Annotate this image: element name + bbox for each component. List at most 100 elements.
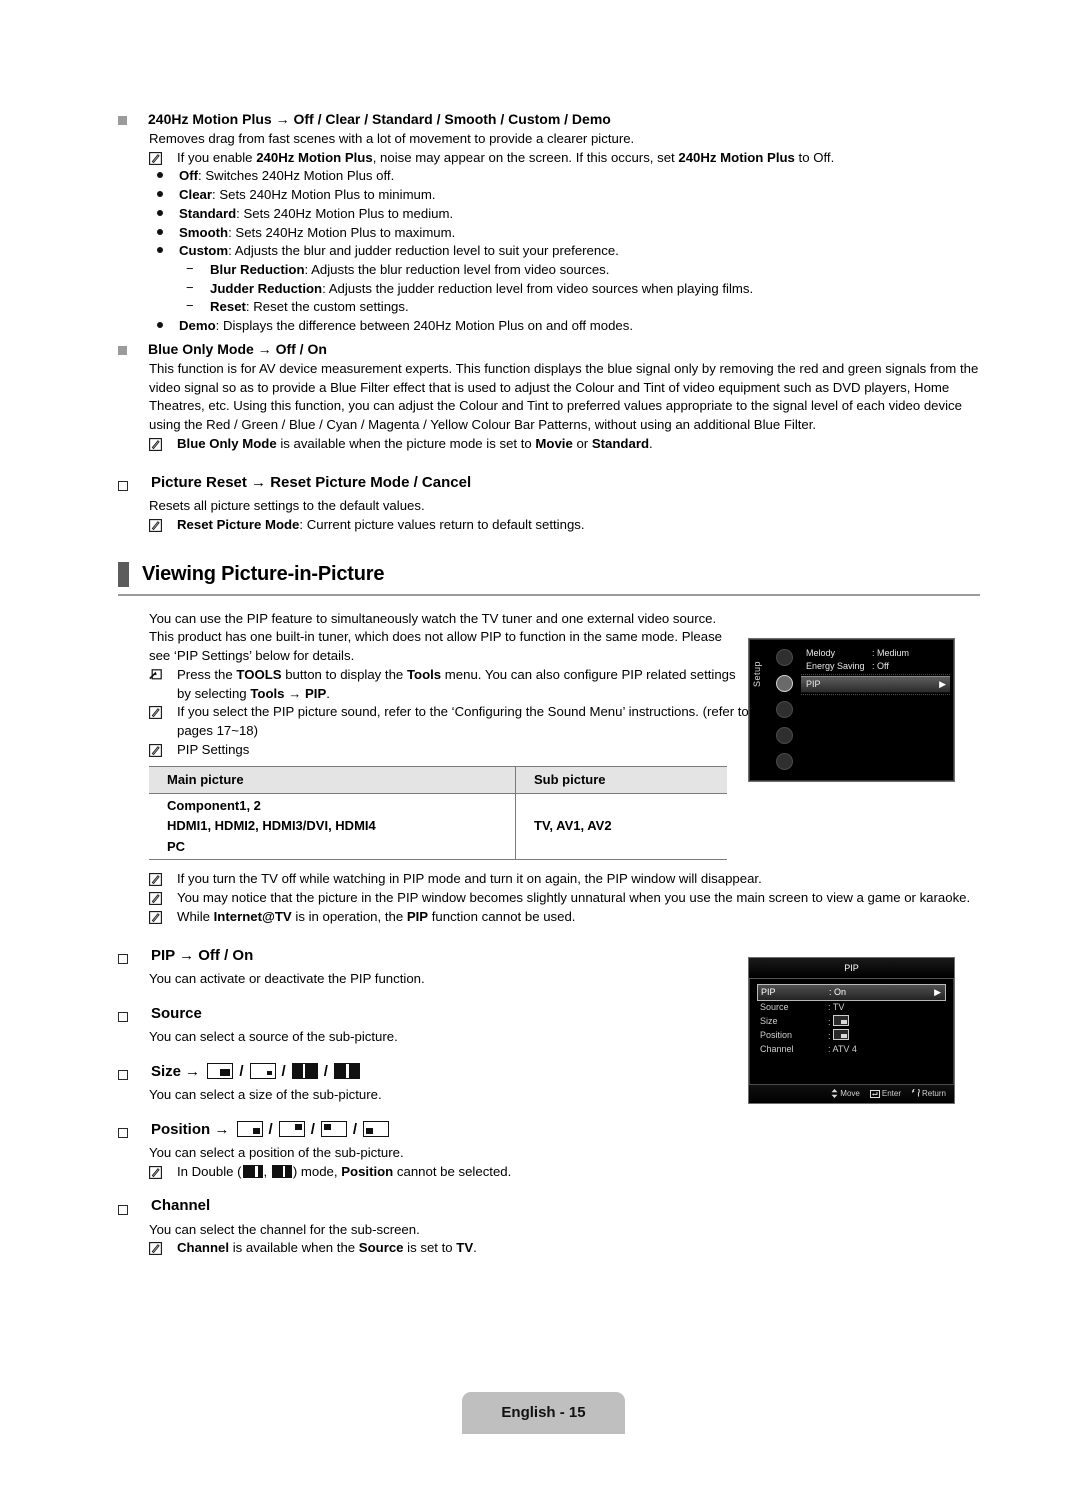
pip-intro: You can use the PIP feature to simultane… <box>149 610 723 664</box>
picture-reset-body-row: Resets all picture settings to the defau… <box>149 497 980 516</box>
blue-only-body: This function is for AV device measureme… <box>149 360 979 433</box>
option-row: Off: Switches 240Hz Motion Plus off. <box>149 167 980 186</box>
note-icon <box>149 873 177 887</box>
table-row: Component1, 2 HDMI1, HDMI2, HDMI3/DVI, H… <box>149 793 727 861</box>
motion-plus-heading-row: 240Hz Motion Plus → Off / Clear / Standa… <box>118 110 980 130</box>
footer-enter: Enter <box>869 1088 901 1099</box>
pip-source-table: Main picture Sub picture Component1, 2 H… <box>149 765 727 861</box>
channel-note: Channel is available when the Source is … <box>177 1240 477 1256</box>
motion-plus-note: If you enable 240Hz Motion Plus, noise m… <box>177 149 835 165</box>
pip-menu-row-position[interactable]: Position : <box>757 1028 946 1043</box>
tv-setup-menu-screenshot: Setup Melody : Medium Energy Saving : Of… <box>748 638 955 782</box>
blue-only-body-row: This function is for AV device measureme… <box>149 360 980 435</box>
pip-row-value: : ATV 4 <box>828 1044 857 1055</box>
tools-icon <box>149 669 177 682</box>
blue-only-note-row: Blue Only Mode is available when the pic… <box>149 435 980 454</box>
menu-icon-application[interactable] <box>775 727 793 744</box>
pip-menu-rows: PIP : On ▶ Source : TV Size : Position : <box>749 979 954 1057</box>
position-bottom-right-icon <box>236 1120 263 1137</box>
square-bullet-icon <box>118 345 148 355</box>
setup-row-key: PIP <box>806 679 821 690</box>
note-icon <box>149 892 177 906</box>
pip-menu-row-size[interactable]: Size : <box>757 1014 946 1029</box>
page-number-tab: English - 15 <box>462 1392 625 1434</box>
box-bullet-icon <box>118 1205 151 1216</box>
picture-reset-note: Reset Picture Mode: Current picture valu… <box>177 516 585 532</box>
main-source-line: HDMI1, HDMI2, HDMI3/DVI, HDMI4 <box>167 818 376 834</box>
setup-row-key: Energy Saving <box>806 661 865 672</box>
size-double-wide-icon <box>291 1062 318 1079</box>
sub-option-text: Blur Reduction: Adjusts the blur reducti… <box>210 262 610 278</box>
motion-plus-intro: Removes drag from fast scenes with a lot… <box>149 130 635 146</box>
dot-bullet-icon <box>149 191 179 198</box>
manual-page: 240Hz Motion Plus → Off / Clear / Standa… <box>0 0 1080 1488</box>
dash-bullet-icon: − <box>186 298 194 314</box>
table-cell-sub: TV, AV1, AV2 <box>515 793 727 861</box>
position-bottom-left-icon <box>363 1120 390 1137</box>
channel-note-row: Channel is available when the Source is … <box>149 1239 980 1258</box>
channel-heading: Channel <box>151 1197 211 1215</box>
post-table-note: If you turn the TV off while watching in… <box>177 871 762 887</box>
sound-note: If you select the PIP picture sound, ref… <box>177 704 749 739</box>
updown-arrow-icon <box>831 1089 838 1099</box>
channel-body: You can select the channel for the sub-s… <box>149 1221 420 1237</box>
setup-row-energy-saving[interactable]: Energy Saving : Off <box>801 660 950 673</box>
sub-option-row: − Reset: Reset the custom settings. <box>180 298 980 317</box>
table-header-main: Main picture <box>149 765 516 794</box>
pip-menu-row-pip[interactable]: PIP : On ▶ <box>757 983 946 1001</box>
menu-icon-support[interactable] <box>775 753 793 770</box>
pip-menu-footer: Move Enter Return <box>749 1084 954 1103</box>
sub-option-row: − Judder Reduction: Adjusts the judder r… <box>180 280 980 299</box>
pip-row-key: Channel <box>760 1044 794 1055</box>
menu-icon-picture[interactable] <box>775 649 793 666</box>
motion-plus-intro-row: Removes drag from fast scenes with a lot… <box>149 130 980 149</box>
sub-option-text: Reset: Reset the custom settings. <box>210 299 409 315</box>
sub-option-text: Judder Reduction: Adjusts the judder red… <box>210 280 754 296</box>
internet-note-row: While Internet@TV is in operation, the P… <box>149 908 980 927</box>
size-small-inset-icon <box>249 1062 276 1079</box>
dot-bullet-icon <box>149 247 179 254</box>
chevron-right-icon: ▶ <box>934 986 941 997</box>
blue-only-heading: Blue Only Mode → Off / On <box>148 340 327 357</box>
pip-row-key: Size <box>760 1016 778 1027</box>
pip-row-value: : <box>828 1028 943 1043</box>
position-top-right-icon <box>278 1120 305 1137</box>
footer-enter-label: Enter <box>881 1089 901 1099</box>
pip-row-value: : TV <box>828 1002 845 1013</box>
main-source-line: Component1, 2 <box>167 797 261 813</box>
dot-bullet-icon <box>149 209 179 216</box>
pip-row-key: Source <box>760 1002 789 1013</box>
position-body-row: You can select a position of the sub-pic… <box>149 1144 980 1163</box>
box-bullet-icon <box>118 1128 151 1139</box>
option-row: Standard: Sets 240Hz Motion Plus to medi… <box>149 205 980 224</box>
footer-move: Move <box>831 1088 860 1099</box>
setup-side-tab-label: Setup <box>752 661 762 688</box>
menu-icon-input[interactable] <box>775 701 793 718</box>
post-table-note-row: You may notice that the picture in the P… <box>149 889 980 908</box>
post-table-note: You may notice that the picture in the P… <box>177 890 971 906</box>
setup-row-melody[interactable]: Melody : Medium <box>801 647 950 660</box>
setup-icon-column <box>771 649 797 779</box>
option-text: Custom: Adjusts the blur and judder redu… <box>179 243 619 259</box>
box-bullet-icon <box>118 481 151 492</box>
note-icon <box>149 1242 177 1256</box>
menu-icon-setup[interactable] <box>775 675 793 692</box>
setup-menu-rows: Melody : Medium Energy Saving : Off PIP … <box>801 647 950 696</box>
dash-bullet-icon: − <box>186 261 194 277</box>
option-text: Clear: Sets 240Hz Motion Plus to minimum… <box>179 187 436 203</box>
pip-menu-row-channel[interactable]: Channel : ATV 4 <box>757 1043 946 1057</box>
position-icon <box>833 1028 850 1040</box>
footer-return: Return <box>911 1088 946 1099</box>
option-row: Clear: Sets 240Hz Motion Plus to minimum… <box>149 186 980 205</box>
setup-row-pip-selected[interactable]: PIP ▶ <box>801 676 950 693</box>
pip-menu-row-source[interactable]: Source : TV <box>757 1001 946 1015</box>
note-icon <box>149 743 177 757</box>
setup-row-value: : Off <box>872 661 889 672</box>
divider <box>801 674 950 675</box>
option-row: Demo: Displays the difference between 24… <box>149 317 980 336</box>
setup-row-key: Melody <box>806 648 836 659</box>
option-text: Off: Switches 240Hz Motion Plus off. <box>179 168 395 184</box>
option-row: Smooth: Sets 240Hz Motion Plus to maximu… <box>149 224 980 243</box>
footer-move-label: Move <box>840 1089 860 1099</box>
pip-row-value: : On <box>829 986 847 997</box>
